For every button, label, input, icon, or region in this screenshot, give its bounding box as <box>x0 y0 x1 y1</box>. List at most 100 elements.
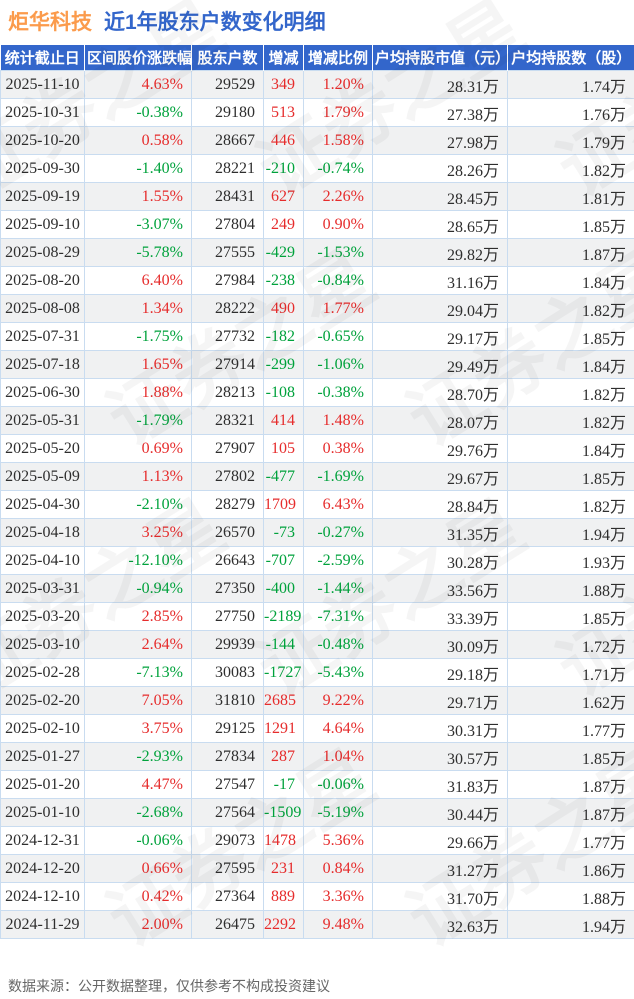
cell-avg-shares: 1.72万 <box>507 630 634 659</box>
table-row: 2024-11-29 2.00% 26475 2292 9.48% 32.63万 1.94万 <box>0 910 634 939</box>
table-row: 2025-04-30 -2.10% 28279 1709 6.43% 28.84万 1.82… <box>0 490 634 519</box>
table-row: 2025-05-31 -1.79% 28321 414 1.48% 28.07万 1.82万 <box>0 406 634 435</box>
cell-avg-shares: 1.87万 <box>507 770 634 799</box>
cell-price-change: 1.65% <box>84 350 192 379</box>
cell-date: 2025-02-20 <box>0 686 85 715</box>
cell-price-change: 0.42% <box>84 882 192 911</box>
cell-avg-market-value: 29.82万 <box>372 238 508 267</box>
table-row: 2025-02-10 3.75% 29125 1291 4.64% 30.31万 1.77万 <box>0 714 634 743</box>
cell-holders: 28221 <box>191 154 264 183</box>
table-row: 2025-01-10 -2.68% 27564 -1509 -5.19% 30.44万 1.… <box>0 798 634 827</box>
cell-holders: 27350 <box>191 574 264 603</box>
cell-delta: -1509 <box>263 798 304 827</box>
cell-delta: 287 <box>263 742 304 771</box>
cell-holders: 27914 <box>191 350 264 379</box>
cell-delta: -429 <box>263 238 304 267</box>
cell-avg-shares: 1.85万 <box>507 210 634 239</box>
cell-price-change: 3.25% <box>84 518 192 547</box>
cell-avg-shares: 1.94万 <box>507 518 634 547</box>
page-subtitle: 近1年股东户数变化明细 <box>104 11 326 34</box>
table-row: 2025-03-31 -0.94% 27350 -400 -1.44% 33.56万 1.8… <box>0 574 634 603</box>
cell-holders: 26475 <box>191 910 264 939</box>
cell-avg-shares: 1.82万 <box>507 406 634 435</box>
cell-delta-pct: -0.06% <box>303 770 373 799</box>
cell-date: 2025-06-30 <box>0 378 85 407</box>
cell-price-change: 6.40% <box>84 266 192 295</box>
footer-note: 数据来源：公开数据整理，仅供参考不构成投资建议 <box>8 978 330 994</box>
cell-avg-shares: 1.85万 <box>507 462 634 491</box>
table-row: 2025-07-31 -1.75% 27732 -182 -0.65% 29.17万 1.8… <box>0 322 634 351</box>
cell-avg-market-value: 30.28万 <box>372 546 508 575</box>
cell-avg-market-value: 28.31万 <box>372 70 508 99</box>
cell-date: 2025-10-31 <box>0 98 85 127</box>
cell-delta-pct: -1.53% <box>303 238 373 267</box>
cell-delta: 414 <box>263 406 304 435</box>
cell-delta-pct: 0.84% <box>303 854 373 883</box>
cell-delta: 513 <box>263 98 304 127</box>
cell-holders: 27750 <box>191 602 264 631</box>
cell-delta: -299 <box>263 350 304 379</box>
cell-delta-pct: 2.26% <box>303 182 373 211</box>
cell-delta-pct: 1.77% <box>303 294 373 323</box>
cell-holders: 30083 <box>191 658 264 687</box>
cell-delta-pct: -1.44% <box>303 574 373 603</box>
cell-price-change: -7.13% <box>84 658 192 687</box>
cell-delta: -108 <box>263 378 304 407</box>
cell-holders: 29529 <box>191 70 264 99</box>
cell-delta: 1291 <box>263 714 304 743</box>
cell-avg-market-value: 28.26万 <box>372 154 508 183</box>
cell-delta: 2292 <box>263 910 304 939</box>
cell-delta: 349 <box>263 70 304 99</box>
cell-avg-shares: 1.84万 <box>507 266 634 295</box>
cell-avg-market-value: 29.49万 <box>372 350 508 379</box>
cell-delta-pct: -0.84% <box>303 266 373 295</box>
cell-delta-pct: -0.65% <box>303 322 373 351</box>
cell-avg-shares: 1.82万 <box>507 378 634 407</box>
cell-delta-pct: 6.43% <box>303 490 373 519</box>
cell-holders: 28279 <box>191 490 264 519</box>
cell-avg-market-value: 31.35万 <box>372 518 508 547</box>
cell-price-change: -0.38% <box>84 98 192 127</box>
cell-date: 2024-11-29 <box>0 910 85 939</box>
cell-avg-shares: 1.74万 <box>507 70 634 99</box>
cell-avg-market-value: 33.56万 <box>372 574 508 603</box>
cell-holders: 26643 <box>191 546 264 575</box>
cell-delta: -210 <box>263 154 304 183</box>
cell-date: 2025-03-10 <box>0 630 85 659</box>
cell-holders: 27804 <box>191 210 264 239</box>
cell-avg-market-value: 29.17万 <box>372 322 508 351</box>
cell-date: 2024-12-10 <box>0 882 85 911</box>
cell-date: 2025-02-28 <box>0 658 85 687</box>
cell-price-change: 2.00% <box>84 910 192 939</box>
cell-price-change: 0.69% <box>84 434 192 463</box>
cell-avg-market-value: 28.65万 <box>372 210 508 239</box>
cell-avg-shares: 1.86万 <box>507 854 634 883</box>
cell-avg-shares: 1.85万 <box>507 322 634 351</box>
cell-holders: 27907 <box>191 434 264 463</box>
cell-avg-market-value: 30.31万 <box>372 714 508 743</box>
cell-holders: 27834 <box>191 742 264 771</box>
cell-price-change: -5.78% <box>84 238 192 267</box>
cell-delta-pct: 1.04% <box>303 742 373 771</box>
cell-date: 2025-08-08 <box>0 294 85 323</box>
cell-price-change: -1.79% <box>84 406 192 435</box>
table-row: 2025-03-20 2.85% 27750 -2189 -7.31% 33.39万 1.8… <box>0 602 634 631</box>
cell-avg-market-value: 29.76万 <box>372 434 508 463</box>
cell-delta-pct: -7.31% <box>303 602 373 631</box>
cell-holders: 29073 <box>191 826 264 855</box>
cell-delta-pct: 0.38% <box>303 434 373 463</box>
cell-avg-market-value: 27.98万 <box>372 126 508 155</box>
cell-avg-shares: 1.94万 <box>507 910 634 939</box>
cell-holders: 28431 <box>191 182 264 211</box>
cell-delta: 249 <box>263 210 304 239</box>
cell-holders: 27547 <box>191 770 264 799</box>
cell-price-change: 1.13% <box>84 462 192 491</box>
table-row: 2025-09-19 1.55% 28431 627 2.26% 28.45万 1.81万 <box>0 182 634 211</box>
cell-avg-market-value: 29.04万 <box>372 294 508 323</box>
cell-delta-pct: 1.48% <box>303 406 373 435</box>
table-row: 2025-08-20 6.40% 27984 -238 -0.84% 31.16万 1.84… <box>0 266 634 295</box>
cell-delta-pct: 1.79% <box>303 98 373 127</box>
cell-holders: 28321 <box>191 406 264 435</box>
table-row: 2025-10-31 -0.38% 29180 513 1.79% 27.38万 1.76万 <box>0 98 634 127</box>
cell-avg-shares: 1.82万 <box>507 154 634 183</box>
